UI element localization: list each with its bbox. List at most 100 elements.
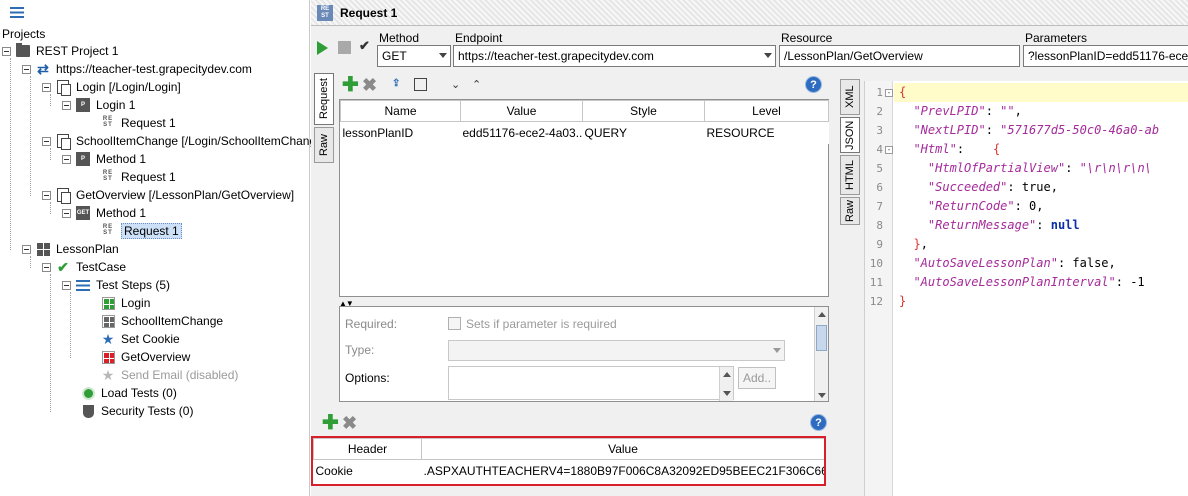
required-checkbox[interactable] bbox=[448, 317, 461, 330]
tree-item-rest-project[interactable]: REST Project 1 bbox=[2, 42, 118, 60]
chevron-down-icon bbox=[764, 53, 772, 58]
col-value-header[interactable]: Value bbox=[460, 100, 583, 122]
run-icon[interactable] bbox=[317, 41, 328, 55]
code-line: "AutoSaveLessonPlan": false, bbox=[913, 256, 1116, 270]
add-param-icon[interactable]: ✚ bbox=[342, 75, 359, 95]
add-header-icon[interactable]: ✚ bbox=[322, 413, 339, 433]
table-row[interactable]: lessonPlanID edd51176-ece2-4a03... QUERY… bbox=[341, 122, 829, 144]
remove-header-icon[interactable]: ✖ bbox=[342, 414, 357, 432]
code-line: "Succeeded": true, bbox=[927, 180, 1058, 194]
header-value-cell[interactable]: .ASPXAUTHTEACHERV4=1880B97F006C8A32092ED… bbox=[422, 460, 825, 482]
param-style-cell[interactable]: QUERY bbox=[583, 122, 705, 144]
code-line: "ReturnMessage": null bbox=[927, 218, 1080, 232]
options-scrollbar[interactable] bbox=[719, 367, 733, 401]
tree-item-test-steps[interactable]: Test Steps (5) bbox=[62, 276, 170, 294]
col-level-header[interactable]: Level bbox=[704, 100, 829, 122]
col-header-value[interactable]: Value bbox=[421, 438, 824, 460]
tree-item-getoverview-method[interactable]: GET Method 1 bbox=[62, 204, 146, 222]
add-option-button[interactable]: Add.. bbox=[738, 367, 776, 389]
parameters-input[interactable]: ?lessonPlanID=edd51176-ece2-4 bbox=[1023, 45, 1188, 67]
auth-check-icon[interactable]: ✔ bbox=[359, 38, 375, 56]
help-icon[interactable]: ? bbox=[810, 414, 827, 431]
navigator-panel: Projects REST Project 1 ⇄ https://teache… bbox=[0, 0, 326, 496]
params-toolbar: ✚ ✖ ⇪ ⌄ ⌃ ? bbox=[339, 75, 829, 97]
projects-label: Projects bbox=[2, 27, 46, 41]
chevron-down-icon bbox=[439, 53, 447, 58]
line-number: 7 bbox=[876, 200, 883, 213]
line-number: 10 bbox=[869, 257, 883, 270]
options-list[interactable] bbox=[448, 366, 734, 401]
tree-item-schoolitem-request[interactable]: RE ST Request 1 bbox=[100, 168, 176, 186]
tree-item-schoolitem-resource[interactable]: SchoolItemChange [/Login/SchoolItemChang… bbox=[42, 132, 326, 150]
resource-icon bbox=[55, 187, 71, 204]
endpoint-input[interactable]: https://teacher-test.grapecitydev.com bbox=[453, 45, 776, 67]
help-icon[interactable]: ? bbox=[805, 76, 822, 93]
tab-raw[interactable]: Raw bbox=[314, 127, 334, 163]
tab-raw-response[interactable]: Raw bbox=[840, 197, 860, 225]
line-number: 1 bbox=[876, 86, 883, 99]
method-select[interactable]: GET bbox=[377, 45, 451, 67]
tree-item-lessonplan[interactable]: LessonPlan bbox=[22, 240, 119, 258]
param-value-cell[interactable]: edd51176-ece2-4a03... bbox=[461, 122, 583, 144]
required-checkbox-label: Sets if parameter is required bbox=[466, 317, 617, 331]
line-number: 2 bbox=[876, 105, 883, 118]
col-header-header[interactable]: Header bbox=[313, 438, 422, 460]
tree-item-step-schoolitemchange[interactable]: SchoolItemChange bbox=[100, 312, 223, 330]
tree-item-getoverview-resource[interactable]: GetOverview [/LessonPlan/GetOverview] bbox=[42, 186, 294, 204]
param-name-cell[interactable]: lessonPlanID bbox=[341, 122, 461, 144]
url-params-icon[interactable]: ⇪ bbox=[392, 78, 400, 89]
line-number: 9 bbox=[876, 238, 883, 251]
tree-item-step-getoverview[interactable]: GetOverview bbox=[100, 348, 190, 366]
request-editor: RE ST Request 1 ✔ Method GET Endpoint htt… bbox=[311, 0, 1188, 496]
tree-item-step-sendemail[interactable]: ★ Send Email (disabled) bbox=[100, 366, 239, 384]
resource-input[interactable]: /LessonPlan/GetOverview bbox=[779, 45, 1020, 67]
parameters-label: Parameters bbox=[1025, 31, 1088, 45]
properties-scrollbar[interactable] bbox=[814, 307, 828, 401]
move-up-icon[interactable]: ⌃ bbox=[472, 78, 481, 91]
tree-item-security-tests[interactable]: Security Tests (0) bbox=[80, 402, 193, 420]
stop-icon[interactable] bbox=[338, 41, 351, 54]
editor-titlebar: RE ST Request 1 bbox=[311, 0, 1188, 26]
swap-arrows-icon: ⇄ bbox=[37, 61, 49, 77]
tree-item-schoolitem-method[interactable]: P Method 1 bbox=[62, 150, 146, 168]
header-name-cell[interactable]: Cookie bbox=[314, 460, 422, 482]
code-line: { bbox=[894, 83, 1188, 102]
load-test-icon bbox=[80, 385, 96, 401]
tree-item-login-resource[interactable]: Login [/Login/Login] bbox=[42, 78, 181, 96]
response-panel: XML JSON HTML Raw 1-{2 "PrevLPID": "", 3 … bbox=[840, 73, 1188, 496]
tree-item-login-method[interactable]: P Login 1 bbox=[62, 96, 135, 114]
code-line: "AutoSaveLessonPlanInterval": -1 bbox=[913, 275, 1145, 289]
tree-item-load-tests[interactable]: Load Tests (0) bbox=[80, 384, 177, 402]
tree-item-endpoint[interactable]: ⇄ https://teacher-test.grapecitydev.com bbox=[22, 60, 252, 78]
tree-item-login-request[interactable]: RE ST Request 1 bbox=[100, 114, 176, 132]
code-line: "Html": { bbox=[913, 142, 1001, 156]
json-viewer[interactable]: 1-{2 "PrevLPID": "", 3 "NextLPID": "57167… bbox=[864, 81, 1188, 496]
tree-item-getoverview-request[interactable]: RE ST Request 1 bbox=[100, 222, 182, 240]
headers-table: Header Value Cookie .ASPXAUTHTEACHERV4=1… bbox=[311, 436, 826, 486]
post-method-icon: P bbox=[75, 97, 91, 113]
code-line: "NextLPID": "571677d5-50c0-46a0-ab bbox=[913, 123, 1160, 137]
param-level-cell[interactable]: RESOURCE bbox=[705, 122, 829, 144]
tree-item-step-login[interactable]: Login bbox=[100, 294, 150, 312]
line-number: 12 bbox=[869, 295, 883, 308]
resource-icon bbox=[55, 133, 71, 150]
tab-request[interactable]: Request bbox=[314, 73, 334, 125]
col-style-header[interactable]: Style bbox=[582, 100, 705, 122]
code-line: "ReturnCode": 0, bbox=[927, 199, 1044, 213]
tree-item-testcase[interactable]: ✔ TestCase bbox=[42, 258, 126, 276]
tab-html[interactable]: HTML bbox=[840, 155, 860, 195]
menu-list-icon[interactable] bbox=[10, 6, 24, 18]
code-line: "PrevLPID": "", bbox=[913, 104, 1022, 118]
fold-toggle-icon[interactable]: - bbox=[885, 146, 893, 154]
move-down-icon[interactable]: ⌄ bbox=[451, 78, 460, 91]
code-line: } bbox=[899, 294, 907, 308]
table-row[interactable]: Cookie .ASPXAUTHTEACHERV4=1880B97F006C8A… bbox=[314, 460, 825, 482]
col-name-header[interactable]: Name bbox=[340, 100, 461, 122]
param-editor-icon[interactable] bbox=[414, 78, 427, 91]
fold-toggle-icon[interactable]: - bbox=[885, 89, 893, 97]
tab-json[interactable]: JSON bbox=[840, 117, 860, 153]
remove-param-icon[interactable]: ✖ bbox=[362, 76, 377, 94]
tab-xml[interactable]: XML bbox=[840, 79, 860, 115]
tree-item-step-setcookie[interactable]: ★ Set Cookie bbox=[100, 330, 180, 348]
type-select[interactable] bbox=[448, 340, 785, 361]
